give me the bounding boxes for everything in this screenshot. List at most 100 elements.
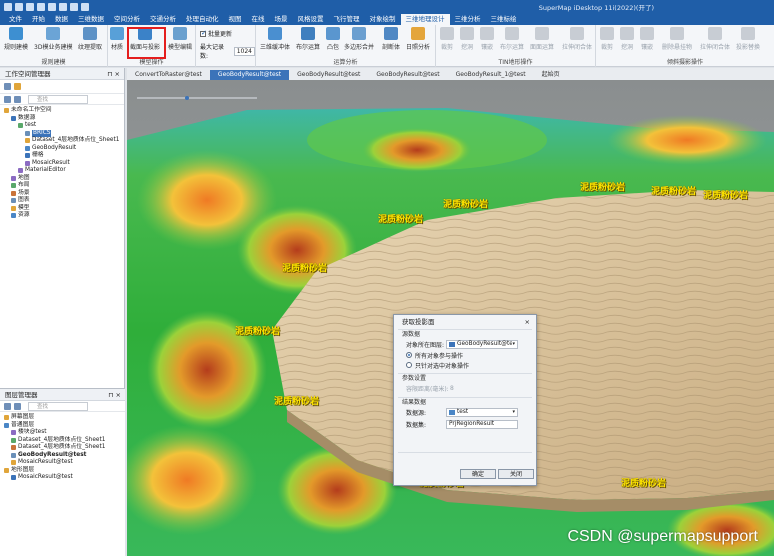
tin-clip-button[interactable]: 裁剪	[440, 27, 454, 51]
new-icon[interactable]	[15, 3, 23, 11]
polygon-merge-button[interactable]: 多边形合并	[344, 27, 374, 51]
tree-item[interactable]: 资源	[0, 212, 124, 220]
menu-item[interactable]: 文件	[4, 14, 27, 25]
buffer-3d-button[interactable]: 三维缓冲体	[260, 27, 290, 51]
tree-item[interactable]: 屏幕图层	[0, 414, 125, 422]
tin-hole-button[interactable]: 挖洞	[460, 27, 474, 51]
tree-item[interactable]: 地图	[0, 175, 124, 183]
workspace-search[interactable]: 查找	[28, 94, 88, 104]
menu-item[interactable]: 三维标绘	[486, 14, 522, 25]
menu-item[interactable]: 飞行管理	[329, 14, 365, 25]
menu-item[interactable]: 三维地理设计	[400, 14, 450, 25]
tree-item[interactable]: 布局	[0, 182, 124, 190]
tree-item-label: 地形图层	[11, 466, 35, 473]
tolerance-input[interactable]: 8	[450, 385, 454, 392]
doc-tab[interactable]: 起始页	[534, 70, 568, 80]
tree-item[interactable]: 地形图层	[0, 467, 125, 475]
layer-search[interactable]: 查找	[28, 401, 88, 411]
layer-select[interactable]: GeoBodyResult@test ▾	[446, 339, 518, 349]
menu-item[interactable]: 在线	[247, 14, 270, 25]
menu-item[interactable]: 空间分析	[109, 14, 145, 25]
tree-item[interactable]: MosaicResult@test	[0, 459, 125, 467]
undo-icon[interactable]	[48, 3, 56, 11]
tin-mosaic-button[interactable]: 镶嵌	[480, 27, 494, 51]
menu-item[interactable]: 数据	[50, 14, 73, 25]
tree-item[interactable]: Dataset_4层地质体点位_Sheet1	[0, 137, 124, 145]
ok-button[interactable]: 确定	[460, 469, 496, 479]
redo-icon[interactable]	[59, 3, 67, 11]
doc-tab[interactable]: ConvertToRaster@test	[127, 70, 210, 80]
tree-item[interactable]: 楼块@test	[0, 429, 125, 437]
tree-item[interactable]: 模型	[0, 205, 124, 213]
save-icon[interactable]	[37, 3, 45, 11]
rule-modeling-button[interactable]: 规则建模	[4, 27, 28, 51]
remove-hanging-button[interactable]: 删除悬挂物	[662, 27, 692, 51]
section-body-button[interactable]: 剖断体	[382, 27, 400, 51]
open-icon[interactable]	[26, 3, 34, 11]
tree-item[interactable]: 普通图层	[0, 422, 125, 430]
close-button[interactable]: 关闭	[498, 469, 534, 479]
oblique-extrude-button[interactable]: 拉伸闭合体	[700, 27, 730, 51]
doc-tab[interactable]: GeoBodyResult@test	[368, 70, 447, 80]
menu-item[interactable]: 开始	[27, 14, 50, 25]
oblique-hole-button[interactable]: 挖洞	[620, 27, 634, 51]
radio-selected-objects[interactable]: 只针对选中对象操作	[394, 360, 536, 370]
close-icon[interactable]: ×	[525, 315, 530, 329]
doc-tab[interactable]: GeoBodyResult@test	[209, 70, 290, 80]
sunlight-button[interactable]: 日照分析	[406, 27, 430, 51]
menu-item[interactable]: 处理自动化	[181, 14, 224, 25]
pin-icon[interactable]: ⊓ ×	[107, 68, 120, 79]
tree-item[interactable]: 图表	[0, 197, 124, 205]
filter-icon[interactable]	[4, 402, 11, 410]
layer-tool-icon[interactable]	[14, 402, 21, 410]
mosaic-icon	[480, 27, 494, 40]
settings-icon[interactable]	[70, 3, 78, 11]
texture-extract-button[interactable]: 纹理提取	[78, 27, 102, 51]
tree-item[interactable]: Dataset_4层地质体点位_Sheet1	[0, 444, 125, 452]
tree-item[interactable]: MosaicResult	[0, 160, 124, 168]
menu-item[interactable]: 交通分析	[145, 14, 181, 25]
model-edit-button[interactable]: 模型编辑	[168, 27, 192, 51]
tree-item[interactable]: BRICS	[0, 129, 124, 137]
material-button[interactable]: 材质	[110, 27, 124, 51]
radio-all-objects[interactable]: 所有对象参与操作	[394, 350, 536, 360]
tree-item[interactable]: 场景	[0, 190, 124, 198]
pin-icon[interactable]: ⊓ ×	[108, 389, 121, 400]
menu-item[interactable]: 对象绘制	[365, 14, 401, 25]
tree-item[interactable]: GeoBodyResult	[0, 145, 124, 153]
layer-row: 对象所在图层: GeoBodyResult@test ▾	[394, 338, 536, 350]
tree-item[interactable]: MaterialEditor	[0, 167, 124, 175]
tree-item[interactable]: 数据源	[0, 115, 124, 123]
batch-update-checkbox[interactable]: ✓ 批量更新	[200, 29, 232, 38]
tin-boolean-button[interactable]: 布尔运算	[500, 27, 524, 51]
doc-tab[interactable]: GeoBodyResult_1@test	[448, 70, 534, 80]
menu-item[interactable]: 场景	[270, 14, 293, 25]
tree-item[interactable]: Dataset_4层地质体点位_Sheet1	[0, 437, 125, 445]
folder-icon[interactable]	[14, 83, 21, 90]
dataset-input[interactable]: PrjRegionResult	[446, 419, 518, 429]
oblique-clip-button[interactable]: 裁剪	[600, 27, 614, 51]
boolean-button[interactable]: 布尔运算	[296, 27, 320, 51]
doc-tab[interactable]: GeoBodyResult@test	[289, 70, 368, 80]
convex-hull-button[interactable]: 凸包	[326, 27, 340, 51]
tree-item[interactable]: 未命名工作空间	[0, 107, 124, 115]
menu-item[interactable]: 视图	[224, 14, 247, 25]
tree-item[interactable]: GeoBodyResult@test	[0, 452, 125, 460]
menu-item[interactable]: 风格设置	[293, 14, 329, 25]
open-icon[interactable]	[14, 95, 21, 103]
help-icon[interactable]	[81, 3, 89, 11]
datasource-select[interactable]: test ▾	[446, 407, 518, 417]
menu-item[interactable]: 三维分析	[450, 14, 486, 25]
menu-item[interactable]: 三维数据	[73, 14, 109, 25]
max-records-input[interactable]: 1024	[233, 46, 255, 56]
tin-extrude-button[interactable]: 拉伸闭合体	[562, 27, 592, 51]
tree-item[interactable]: test	[0, 122, 124, 130]
tin-surface-button[interactable]: 面面运算	[530, 27, 554, 51]
tree-item[interactable]: MosaicResult@test	[0, 474, 125, 482]
3d-modeling-button[interactable]: 3D模业务建模	[34, 27, 72, 51]
workspace-icon[interactable]	[4, 83, 11, 90]
oblique-mosaic-button[interactable]: 镶嵌	[640, 27, 654, 51]
filter-icon[interactable]	[4, 95, 11, 103]
tree-item[interactable]: 栅格	[0, 152, 124, 160]
projection-replace-button[interactable]: 投影替换	[736, 27, 760, 51]
